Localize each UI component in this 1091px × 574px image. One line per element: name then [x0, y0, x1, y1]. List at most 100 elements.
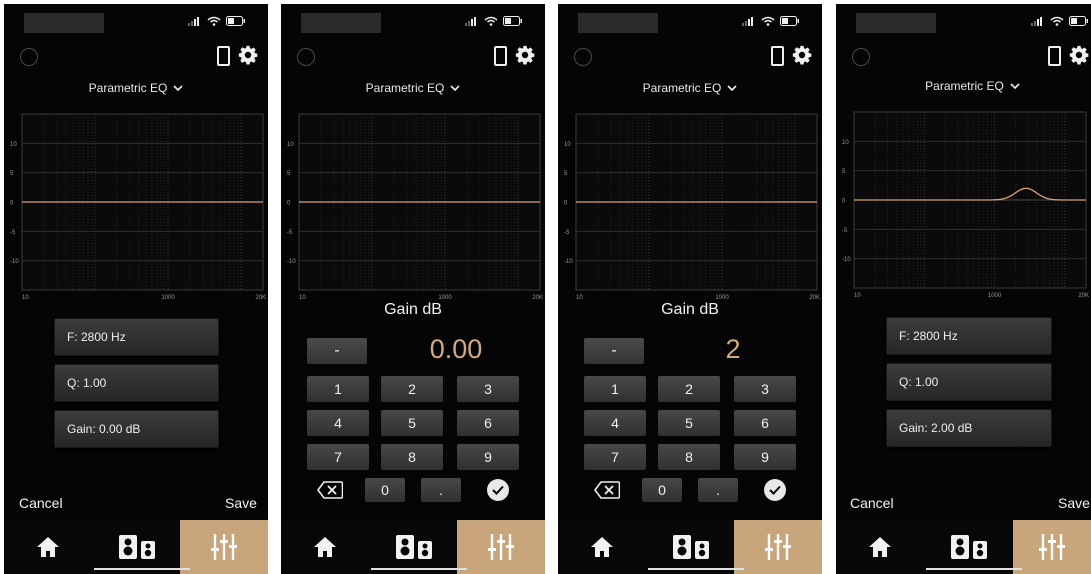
key-9[interactable]: 9: [734, 444, 796, 470]
tab-speakers[interactable]: [369, 520, 459, 574]
y-tick-label: 0: [564, 201, 568, 207]
phone-screen-gain-keypad: Parametric EQ 10 5 0 -5 -10 10 1000 20K Gain dB…: [281, 4, 545, 574]
tab-speakers[interactable]: [646, 520, 736, 574]
key-3[interactable]: 3: [457, 376, 519, 402]
chevron-down-icon: [450, 85, 460, 92]
battery-icon: [503, 16, 522, 26]
tab-home[interactable]: [836, 520, 924, 574]
key-0[interactable]: 0: [642, 478, 682, 502]
tab-speakers[interactable]: [924, 520, 1014, 574]
y-tick-label: 10: [287, 142, 294, 148]
key-5[interactable]: 5: [658, 410, 720, 436]
phone-device-icon[interactable]: [217, 46, 230, 66]
y-tick-label: 0: [10, 201, 14, 207]
phone-device-icon[interactable]: [494, 46, 507, 66]
gain-button[interactable]: Gain: 0.00 dB: [54, 410, 219, 448]
eq-response-graph: 10 5 0 -5 -10 10 1000 20K: [558, 108, 822, 304]
tab-equalizer[interactable]: [457, 520, 545, 574]
status-bar: [836, 4, 1091, 44]
logo-icon: [20, 48, 38, 66]
key-6[interactable]: 6: [457, 410, 519, 436]
save-button[interactable]: Save: [1058, 495, 1090, 511]
x-tick-label: 1000: [988, 293, 1002, 299]
check-icon: [492, 485, 504, 495]
phone-device-icon[interactable]: [1048, 46, 1061, 66]
confirm-button[interactable]: [487, 479, 509, 501]
save-button[interactable]: Save: [225, 495, 257, 511]
key-2[interactable]: 2: [658, 376, 720, 402]
carrier-label: [578, 13, 658, 33]
status-bar: [4, 4, 268, 44]
tab-equalizer[interactable]: [180, 520, 268, 574]
eq-mode-dropdown[interactable]: Parametric EQ: [836, 76, 1091, 96]
q-button[interactable]: Q: 1.00: [54, 364, 219, 402]
key-4[interactable]: 4: [307, 410, 369, 436]
wifi-icon: [207, 16, 221, 26]
tab-home[interactable]: [558, 520, 646, 574]
frequency-label: F: 2800 Hz: [899, 329, 958, 343]
tab-speakers[interactable]: [92, 520, 182, 574]
key-7[interactable]: 7: [307, 444, 369, 470]
key-1[interactable]: 1: [307, 376, 369, 402]
key-0[interactable]: 0: [365, 478, 405, 502]
eq-mode-dropdown[interactable]: Parametric EQ: [4, 78, 268, 98]
gain-label: Gain: 0.00 dB: [67, 422, 141, 436]
key-decimal[interactable]: .: [421, 478, 461, 502]
key-1[interactable]: 1: [584, 376, 646, 402]
backspace-icon[interactable]: [317, 481, 343, 499]
logo-icon: [574, 48, 592, 66]
carrier-label: [24, 13, 104, 33]
cancel-button[interactable]: Cancel: [19, 495, 63, 511]
tab-bar: [281, 520, 545, 574]
battery-icon: [780, 16, 799, 26]
key-decimal[interactable]: .: [698, 478, 738, 502]
key-8[interactable]: 8: [658, 444, 720, 470]
phone-device-icon[interactable]: [771, 46, 784, 66]
tab-home[interactable]: [281, 520, 369, 574]
eq-mode-dropdown[interactable]: Parametric EQ: [558, 78, 822, 98]
key-3[interactable]: 3: [734, 376, 796, 402]
y-tick-label: 10: [564, 142, 571, 148]
y-tick-label: 10: [10, 142, 17, 148]
cancel-button[interactable]: Cancel: [850, 495, 894, 511]
tab-equalizer[interactable]: [734, 520, 822, 574]
eq-mode-label: Parametric EQ: [88, 81, 168, 95]
gear-icon[interactable]: [1068, 44, 1090, 66]
gear-icon[interactable]: [514, 44, 536, 66]
key-5[interactable]: 5: [381, 410, 443, 436]
battery-icon: [226, 16, 245, 26]
y-tick-label: -5: [10, 230, 16, 236]
eq-mode-dropdown[interactable]: Parametric EQ: [281, 78, 545, 98]
x-tick-label: 10: [854, 293, 861, 299]
equalizer-icon: [1039, 534, 1065, 560]
wifi-icon: [761, 16, 775, 26]
speaker-icon: [396, 535, 432, 559]
key-6[interactable]: 6: [734, 410, 796, 436]
gain-button[interactable]: Gain: 2.00 dB: [886, 409, 1052, 447]
gear-icon[interactable]: [791, 44, 813, 66]
frequency-button[interactable]: F: 2800 Hz: [54, 318, 219, 356]
key-4[interactable]: 4: [584, 410, 646, 436]
phone-screen-eq-editor: Parametric EQ 10 5 0 -5 -10 10 1000 20K F: 2800…: [836, 4, 1091, 574]
q-button[interactable]: Q: 1.00: [886, 363, 1052, 401]
frequency-button[interactable]: F: 2800 Hz: [886, 317, 1052, 355]
confirm-button[interactable]: [764, 479, 786, 501]
y-tick-label: 0: [842, 199, 846, 205]
minus-button[interactable]: -: [584, 338, 644, 364]
equalizer-icon: [488, 534, 514, 560]
gear-icon[interactable]: [237, 44, 259, 66]
key-9[interactable]: 9: [457, 444, 519, 470]
tab-equalizer[interactable]: [1013, 520, 1091, 574]
wifi-icon: [1050, 16, 1064, 26]
key-7[interactable]: 7: [584, 444, 646, 470]
speaker-icon: [951, 535, 987, 559]
key-2[interactable]: 2: [381, 376, 443, 402]
tab-home[interactable]: [4, 520, 92, 574]
signal-icon: [465, 17, 476, 26]
tab-bar: [558, 520, 822, 574]
key-8[interactable]: 8: [381, 444, 443, 470]
x-tick-label: 20K: [255, 295, 266, 301]
backspace-icon[interactable]: [594, 481, 620, 499]
minus-button[interactable]: -: [307, 338, 367, 364]
eq-response-graph: 10 5 0 -5 -10 10 1000 20K: [836, 106, 1091, 302]
